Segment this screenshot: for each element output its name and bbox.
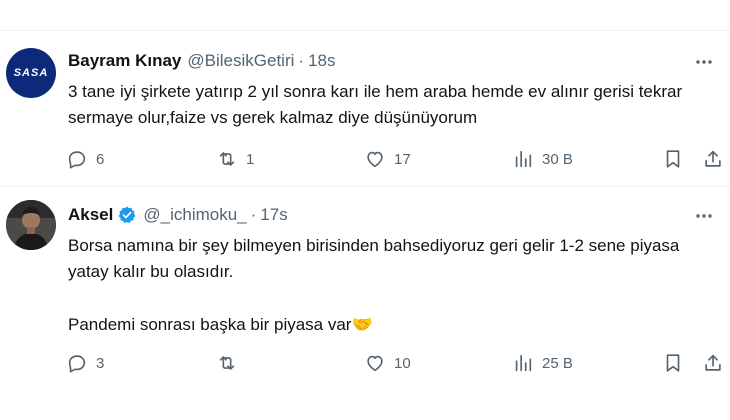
tweet-header: Aksel @_ichimoku_ · 17s xyxy=(68,204,288,226)
retweet-button[interactable] xyxy=(216,348,246,378)
reply-button[interactable]: 3 xyxy=(66,348,104,378)
like-icon xyxy=(367,151,383,168)
reply-button[interactable]: 6 xyxy=(66,144,104,174)
like-icon xyxy=(367,355,383,372)
tweet-text: 3 tane iyi şirkete yatırıp 2 yıl sonra k… xyxy=(68,82,683,127)
avatar-photo-icon xyxy=(6,200,56,250)
reply-count: 6 xyxy=(96,150,105,168)
more-button[interactable] xyxy=(692,50,716,74)
avatar-logo-text: SASA xyxy=(13,67,49,79)
like-count: 10 xyxy=(394,354,411,372)
timestamp[interactable]: 17s xyxy=(260,204,287,226)
separator: · xyxy=(250,205,257,224)
retweet-icon xyxy=(219,152,235,166)
more-icon xyxy=(696,214,712,218)
author-name[interactable]: Bayram Kınay xyxy=(68,50,181,72)
views-icon xyxy=(515,354,532,372)
like-button[interactable]: 17 xyxy=(364,144,411,174)
views-count: 30 B xyxy=(542,150,573,168)
share-icon xyxy=(705,354,721,371)
bookmark-icon xyxy=(666,150,680,168)
reply-icon xyxy=(68,151,86,169)
reply-icon xyxy=(68,355,86,373)
share-button[interactable] xyxy=(702,348,724,378)
retweet-count: 1 xyxy=(246,150,255,168)
author-handle[interactable]: @_ichimoku_ xyxy=(143,204,246,226)
avatar[interactable] xyxy=(6,200,56,250)
tweet-text: Borsa namına bir şey bilmeyen birisinden… xyxy=(68,236,680,281)
views-count: 25 B xyxy=(542,354,573,372)
share-icon xyxy=(705,150,721,167)
retweet-button[interactable]: 1 xyxy=(216,144,254,174)
timestamp[interactable]: 18s xyxy=(308,50,335,72)
avatar[interactable]: SASA xyxy=(6,48,56,98)
reply-count: 3 xyxy=(96,354,105,372)
like-button[interactable]: 10 xyxy=(364,348,411,378)
action-bar: 6 1 17 30 B xyxy=(62,144,730,174)
verified-icon xyxy=(119,206,136,223)
views-button[interactable]: 25 B xyxy=(512,348,573,378)
views-button[interactable]: 30 B xyxy=(512,144,573,174)
share-button[interactable] xyxy=(702,144,724,174)
separator: · xyxy=(298,51,305,70)
bookmark-button[interactable] xyxy=(662,144,684,174)
author-handle[interactable]: @BilesikGetiri xyxy=(187,50,294,72)
views-icon xyxy=(515,150,532,168)
bookmark-button[interactable] xyxy=(662,348,684,378)
retweet-icon xyxy=(219,356,235,370)
tweet-header: Bayram Kınay @BilesikGetiri · 18s xyxy=(68,50,335,72)
bookmark-icon xyxy=(666,354,680,372)
like-count: 17 xyxy=(394,150,411,168)
more-icon xyxy=(696,60,712,64)
action-bar: 3 10 25 B xyxy=(62,348,730,378)
tweet-text-paragraph-2: Pandemi sonrası başka bir piyasa var🤝 xyxy=(68,315,373,334)
author-name[interactable]: Aksel xyxy=(68,204,113,226)
more-button[interactable] xyxy=(692,204,716,228)
